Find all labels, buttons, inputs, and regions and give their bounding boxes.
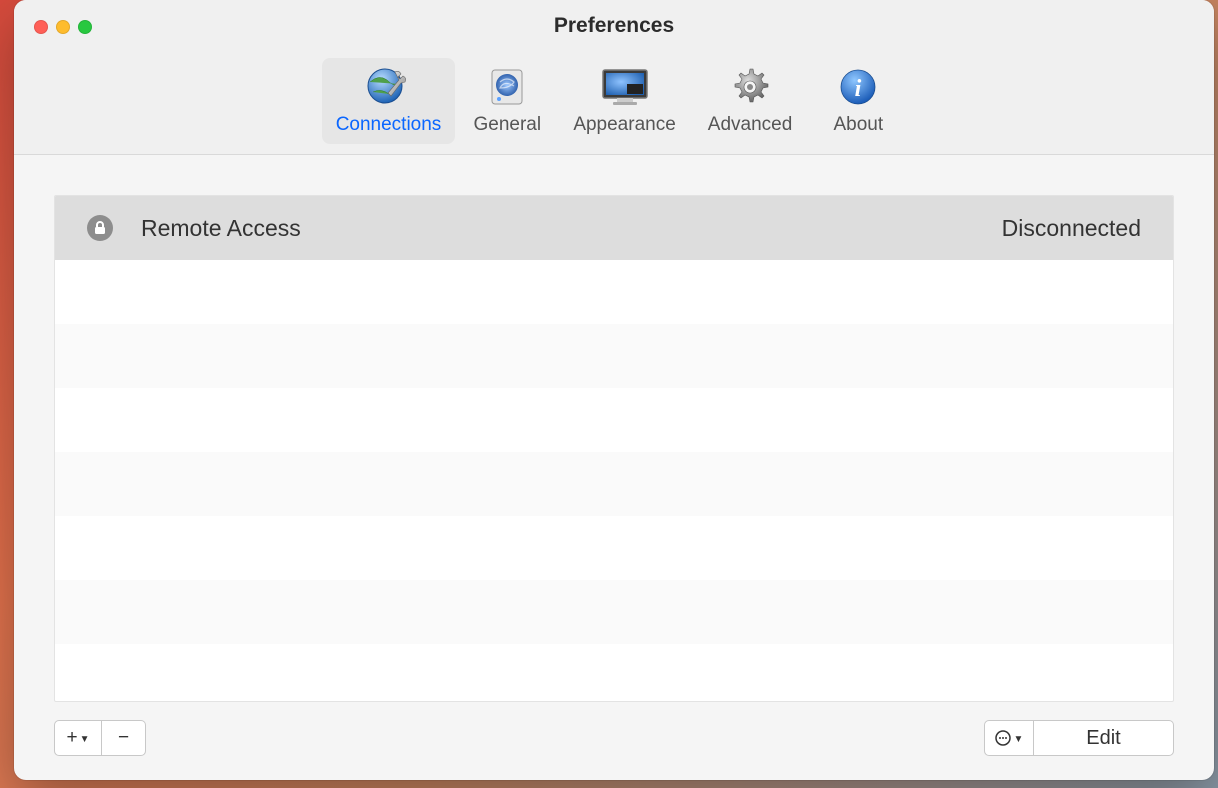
titlebar: Preferences — [14, 0, 1214, 52]
connections-list: Remote Access Disconnected — [54, 195, 1174, 702]
info-icon: i — [832, 64, 884, 110]
lock-icon — [87, 215, 113, 241]
svg-text:i: i — [855, 76, 862, 102]
tab-label: General — [474, 114, 542, 136]
tab-advanced[interactable]: Advanced — [694, 58, 807, 144]
tab-about[interactable]: i About — [810, 58, 906, 144]
actions-button[interactable]: ▼ — [984, 720, 1034, 756]
add-button[interactable]: + ▼ — [54, 720, 102, 756]
chevron-down-icon: ▼ — [1014, 734, 1024, 745]
tab-appearance[interactable]: Appearance — [559, 58, 689, 144]
list-row[interactable] — [55, 260, 1173, 324]
connection-status: Disconnected — [1002, 215, 1141, 242]
add-remove-group: + ▼ − — [54, 720, 146, 756]
monitor-icon — [599, 64, 651, 110]
list-row[interactable] — [55, 388, 1173, 452]
footer-bar: + ▼ − ▼ Edit — [14, 702, 1214, 780]
list-row[interactable] — [55, 324, 1173, 388]
plus-icon: + — [66, 727, 77, 749]
tab-label: Advanced — [708, 114, 793, 136]
list-row[interactable] — [55, 452, 1173, 516]
tab-connections[interactable]: Connections — [322, 58, 456, 144]
actions-edit-group: ▼ Edit — [984, 720, 1174, 756]
minus-icon: − — [118, 727, 129, 749]
minimize-button[interactable] — [56, 20, 70, 34]
edit-button[interactable]: Edit — [1034, 720, 1174, 756]
hdd-swirl-icon — [481, 64, 533, 110]
preferences-window: Preferences — [14, 0, 1214, 780]
connection-name: Remote Access — [141, 215, 1002, 242]
content-area: Remote Access Disconnected — [14, 155, 1214, 702]
empty-rows — [55, 260, 1173, 644]
remove-button[interactable]: − — [102, 720, 146, 756]
tab-label: About — [833, 114, 883, 136]
list-row[interactable] — [55, 580, 1173, 644]
window-title: Preferences — [14, 14, 1214, 38]
edit-label: Edit — [1086, 727, 1120, 750]
tab-general[interactable]: General — [459, 58, 555, 144]
globe-tool-icon — [363, 64, 415, 110]
zoom-button[interactable] — [78, 20, 92, 34]
chevron-down-icon: ▼ — [80, 734, 90, 745]
connection-row[interactable]: Remote Access Disconnected — [55, 196, 1173, 260]
list-row[interactable] — [55, 516, 1173, 580]
traffic-lights — [34, 20, 92, 34]
ellipsis-circle-icon — [995, 730, 1011, 746]
gear-icon — [724, 64, 776, 110]
preferences-toolbar: Connections General — [14, 52, 1214, 155]
close-button[interactable] — [34, 20, 48, 34]
tab-label: Connections — [336, 114, 442, 136]
tab-label: Appearance — [573, 114, 675, 136]
